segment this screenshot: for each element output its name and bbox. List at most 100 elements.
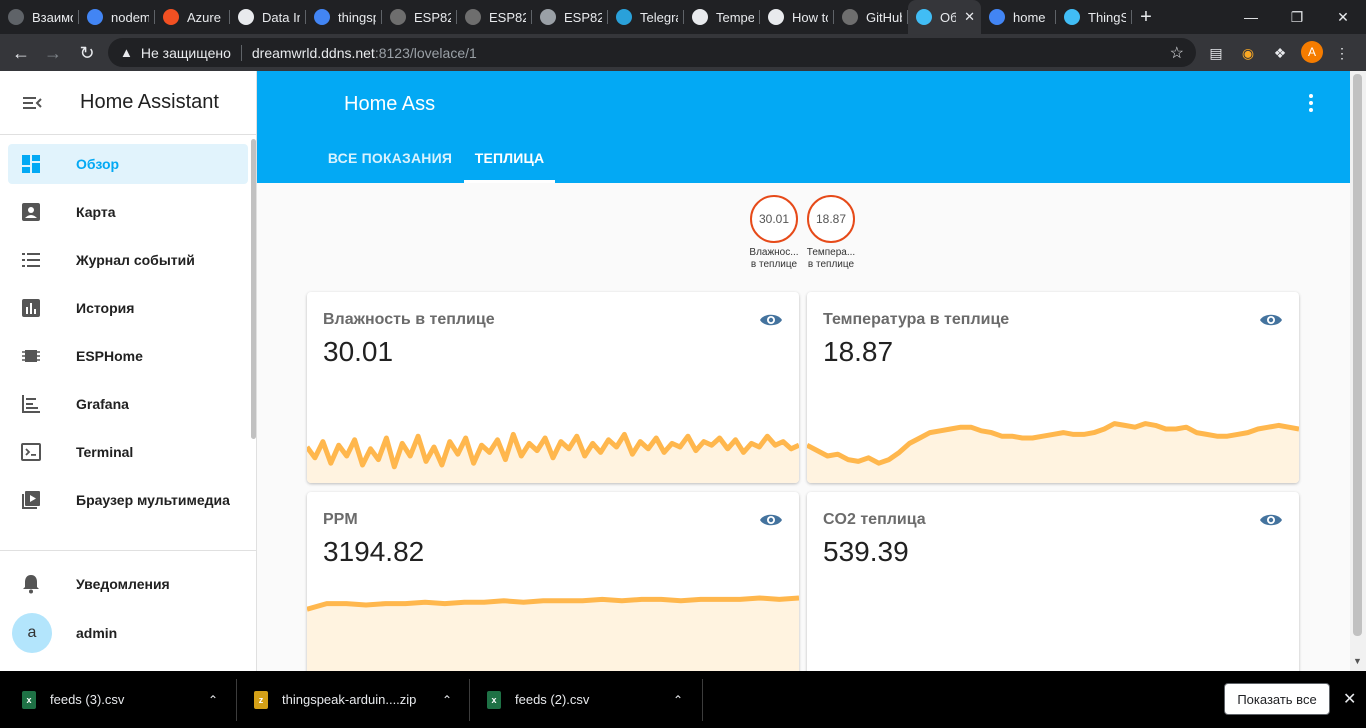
download-item[interactable]: z thingspeak-arduin....zip ⌃: [254, 671, 464, 728]
sidebar-item-logbook[interactable]: Журнал событий: [8, 240, 248, 280]
badge-value: 18.87: [807, 195, 855, 243]
menu-open-icon[interactable]: [22, 93, 42, 113]
browser-tab[interactable]: GitHub: [834, 0, 908, 34]
eye-icon[interactable]: [759, 310, 783, 330]
back-icon[interactable]: ←: [8, 40, 34, 66]
extensions-puzzle-icon[interactable]: ❖: [1269, 42, 1291, 64]
console-icon: [21, 442, 41, 462]
sidebar-item-label: admin: [76, 625, 118, 641]
sidebar-item-map[interactable]: Карта: [8, 192, 248, 232]
browser-tab[interactable]: Об ✕: [908, 0, 981, 34]
scrollbar-thumb[interactable]: [1353, 74, 1362, 636]
favicon-icon: [87, 9, 103, 25]
tab-title: nodem: [111, 9, 149, 25]
close-shelf-icon[interactable]: ✕: [1343, 689, 1356, 709]
reload-icon[interactable]: ↻: [74, 40, 100, 66]
browser-tab[interactable]: How to: [760, 0, 834, 34]
download-item[interactable]: x feeds (2).csv ⌃: [487, 671, 697, 728]
favicon-icon: [989, 9, 1005, 25]
chip-icon: [21, 346, 41, 366]
browser-toolbar: ← → ↻ ▲ Не защищено dreamwrld.ddns.net:8…: [0, 34, 1366, 71]
badge-temperature[interactable]: 18.87 Темпера... в теплице: [806, 195, 856, 271]
sidebar-item-terminal[interactable]: Terminal: [8, 432, 248, 472]
sidebar-header: Home Assistant: [0, 71, 256, 135]
sidebar-item-history[interactable]: История: [8, 288, 248, 328]
sidebar-item-user[interactable]: admin: [8, 613, 248, 653]
sidebar-item-label: Terminal: [76, 444, 134, 460]
browser-tab[interactable]: Взаимо: [0, 0, 79, 34]
sensor-card-ppm[interactable]: PPM 3194.82: [307, 492, 799, 682]
sidebar-item-label: Карта: [76, 204, 116, 220]
favicon-icon: [692, 9, 708, 25]
play-box-icon: [21, 490, 41, 510]
browser-tab[interactable]: thingsp: [306, 0, 382, 34]
main-scrollbar[interactable]: ▼: [1350, 71, 1366, 671]
sidebar-item-overview[interactable]: Обзор: [8, 144, 248, 184]
browser-tab[interactable]: nodem: [79, 0, 155, 34]
tab-title: How to: [792, 9, 828, 25]
browser-tab[interactable]: ESP826: [532, 0, 608, 34]
restore-icon[interactable]: ❐: [1274, 0, 1320, 34]
browser-tab[interactable]: Temper: [684, 0, 760, 34]
browser-tab[interactable]: Telegra: [608, 0, 684, 34]
chevron-up-icon[interactable]: ⌃: [208, 693, 218, 707]
favicon-icon: [540, 9, 556, 25]
close-window-icon[interactable]: ✕: [1320, 0, 1366, 34]
minimize-icon[interactable]: —: [1228, 0, 1274, 34]
download-separator: [702, 679, 703, 721]
browser-menu-icon[interactable]: ⋮: [1331, 42, 1353, 64]
favicon-icon: [163, 9, 179, 25]
more-vertical-icon[interactable]: [1301, 91, 1321, 115]
download-separator: [469, 679, 470, 721]
bookmark-star-icon[interactable]: ☆: [1170, 43, 1184, 63]
badge-value: 30.01: [750, 195, 798, 243]
scroll-down-icon[interactable]: ▼: [1353, 656, 1362, 666]
chevron-up-icon[interactable]: ⌃: [442, 693, 452, 707]
badge-humidity[interactable]: 30.01 Влажнос... в теплице: [749, 195, 799, 271]
chart-box-icon: [21, 298, 41, 318]
xlsx-icon: x: [22, 690, 36, 709]
tab-title: Об: [940, 9, 957, 25]
sidebar-item-esphome[interactable]: ESPHome: [8, 336, 248, 376]
tab-title: GitHub: [866, 9, 902, 25]
browser-tab[interactable]: Data In: [230, 0, 306, 34]
card-title: Влажность в теплице: [323, 311, 495, 328]
sidebar-item-grafana[interactable]: Grafana: [8, 384, 248, 424]
tab-separator: [1131, 10, 1132, 24]
sensor-card-co2[interactable]: CO2 теплица 539.39: [807, 492, 1299, 682]
browser-tab[interactable]: home: [981, 0, 1056, 34]
new-tab-icon[interactable]: +: [1132, 0, 1160, 34]
sensor-card-humidity[interactable]: Влажность в теплице 30.01: [307, 292, 799, 483]
favicon-icon: [616, 9, 632, 25]
download-item[interactable]: x feeds (3).csv ⌃: [22, 671, 232, 728]
sidebar-item-media-browser[interactable]: Браузер мультимедиа: [8, 480, 248, 520]
sensor-card-temperature[interactable]: Температура в теплице 18.87: [807, 292, 1299, 483]
tab-all-readings[interactable]: ВСЕ ПОКАЗАНИЯ: [325, 133, 455, 183]
download-filename: feeds (3).csv: [50, 692, 125, 707]
tab-title: Azure I: [187, 9, 224, 25]
extension-printer-icon[interactable]: ▤: [1205, 42, 1227, 64]
tab-greenhouse[interactable]: ТЕПЛИЦА: [464, 133, 555, 183]
browser-tab[interactable]: Azure I: [155, 0, 230, 34]
extension-vpn-icon[interactable]: ◉: [1237, 42, 1259, 64]
forward-icon[interactable]: →: [40, 40, 66, 66]
eye-icon[interactable]: [759, 510, 783, 530]
profile-avatar[interactable]: A: [1301, 41, 1323, 63]
sidebar-scrollbar[interactable]: [251, 139, 256, 439]
tab-title: ESP826: [564, 9, 602, 25]
close-tab-icon[interactable]: ✕: [964, 9, 975, 25]
bell-icon: [21, 574, 41, 594]
eye-icon[interactable]: [1259, 510, 1283, 530]
eye-icon[interactable]: [1259, 310, 1283, 330]
sidebar-item-label: Обзор: [76, 156, 120, 172]
address-bar[interactable]: ▲ Не защищено dreamwrld.ddns.net:8123/lo…: [108, 38, 1196, 67]
favicon-icon: [465, 9, 481, 25]
app-header: Home Ass ВСЕ ПОКАЗАНИЯ ТЕПЛИЦА: [257, 71, 1350, 183]
browser-tab[interactable]: ESP826: [382, 0, 457, 34]
security-label: Не защищено: [140, 44, 231, 61]
chevron-up-icon[interactable]: ⌃: [673, 693, 683, 707]
browser-tab[interactable]: ESP826: [457, 0, 532, 34]
sidebar-item-notifications[interactable]: Уведомления: [8, 564, 248, 604]
browser-tab[interactable]: ThingS: [1056, 0, 1132, 34]
show-all-downloads-button[interactable]: Показать все: [1224, 683, 1330, 715]
